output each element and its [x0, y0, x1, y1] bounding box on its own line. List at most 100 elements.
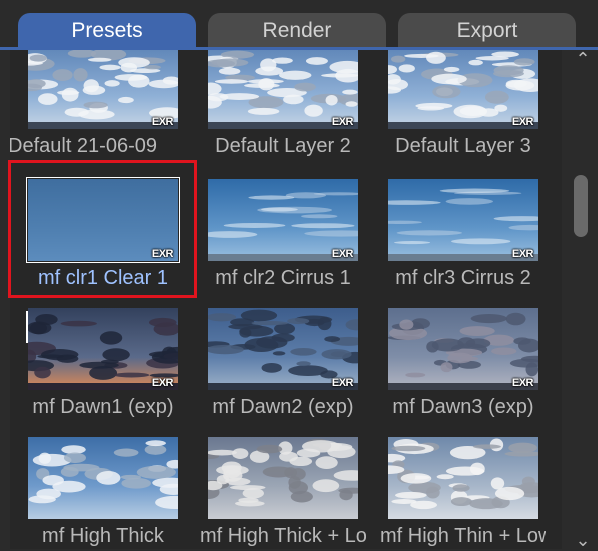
cloud-shape — [315, 456, 338, 470]
preset-label: mf clr3 Cirrus 2 — [395, 267, 531, 289]
cloud-shape — [145, 440, 166, 447]
cloud-shape — [255, 66, 284, 76]
cloud-shape — [399, 319, 414, 330]
cloud-shape — [208, 449, 237, 456]
cloud-shape — [99, 331, 123, 345]
cloud-shape — [78, 109, 115, 120]
cloud-shape — [290, 490, 313, 503]
cloud-shape — [312, 479, 340, 493]
cloud-shape — [229, 485, 266, 491]
cloud-shape — [248, 195, 295, 200]
cloud-shape — [398, 64, 415, 73]
cloud-shape — [450, 497, 472, 507]
cloud-shape — [223, 469, 243, 482]
cloud-shape — [289, 456, 313, 467]
cloud-shape — [393, 241, 431, 245]
cloud-shape — [473, 444, 501, 449]
cloud-shape — [451, 238, 511, 245]
cloud-shape — [60, 466, 79, 477]
cloud-shape — [445, 466, 485, 476]
exr-badge: EXR — [511, 377, 534, 389]
cloud-shape — [144, 65, 161, 70]
preset-thumbnail — [28, 437, 178, 519]
cloud-shape — [491, 51, 519, 58]
cloud-shape — [294, 82, 316, 92]
cloud-shape — [287, 318, 310, 325]
cloud-shape — [470, 314, 508, 324]
cloud-shape — [247, 79, 284, 84]
cloud-shape — [42, 475, 64, 486]
cloud-shape — [60, 320, 97, 327]
cloud-shape — [136, 465, 176, 479]
cloud-shape — [218, 67, 241, 75]
sky-image — [388, 437, 538, 519]
cloud-shape — [144, 444, 167, 455]
cloud-shape — [391, 445, 426, 452]
sky-image — [28, 437, 178, 519]
cloud-shape — [283, 94, 304, 105]
cloud-shape — [453, 104, 488, 119]
sky-image — [208, 437, 358, 519]
exr-badge: EXR — [511, 248, 534, 260]
tab-export[interactable]: Export — [398, 13, 576, 48]
cloud-shape — [432, 85, 461, 99]
preset-label: mf High Thin + Low — [380, 525, 546, 547]
scrollbar-thumb[interactable] — [574, 175, 588, 237]
cloud-shape — [208, 313, 237, 322]
exr-badge: EXR — [331, 377, 354, 389]
cloud-shape — [228, 323, 263, 330]
cloud-shape — [491, 347, 517, 355]
tab-render[interactable]: Render — [208, 13, 386, 48]
cloud-shape — [34, 366, 51, 379]
cloud-shape — [290, 347, 317, 356]
cloud-shape — [214, 79, 249, 84]
cloud-shape — [468, 59, 483, 66]
exr-badge: EXR — [511, 116, 534, 128]
cloud-shape — [251, 320, 289, 326]
cloud-shape — [459, 326, 495, 336]
cloud-shape — [113, 372, 150, 378]
cloud-shape — [325, 94, 338, 106]
cloud-shape — [271, 333, 295, 342]
scroll-up-icon[interactable]: ⌃ — [574, 49, 592, 69]
cloud-shape — [324, 336, 341, 343]
cloud-shape — [83, 79, 99, 93]
vertical-scrollbar[interactable]: ⌃ ⌄ — [566, 49, 598, 550]
preset-thumbnail — [208, 437, 358, 519]
cloud-shape — [262, 466, 294, 478]
cloud-shape — [121, 477, 151, 489]
text-caret — [26, 311, 28, 343]
cloud-shape — [439, 188, 510, 194]
cloud-shape — [223, 222, 286, 228]
cloud-shape — [128, 74, 150, 88]
preset-label: mf Dawn2 (exp) — [212, 396, 354, 418]
preset-label: Default 21-06-09 — [10, 135, 157, 157]
tab-presets[interactable]: Presets — [18, 13, 196, 48]
cloud-shape — [345, 101, 358, 107]
cloud-shape — [505, 79, 527, 88]
cloud-shape — [73, 68, 88, 82]
cloud-shape — [52, 69, 73, 82]
cloud-shape — [256, 444, 283, 454]
preset-thumbnail: EXR — [208, 179, 358, 261]
scroll-down-icon[interactable]: ⌄ — [574, 530, 592, 550]
cloud-shape — [63, 452, 86, 464]
cloud-shape — [417, 106, 445, 111]
preset-label: mf High Thick + Low — [200, 525, 366, 547]
selection-highlight-box — [8, 160, 197, 298]
cloud-shape — [279, 70, 312, 80]
cloud-shape — [445, 198, 494, 205]
preset-thumbnail: EXR — [388, 308, 538, 390]
preset-label: mf Dawn3 (exp) — [392, 396, 534, 418]
preset-label: mf Dawn1 (exp) — [32, 396, 174, 418]
cloud-shape — [247, 107, 280, 115]
preset-thumbnail: EXR — [28, 308, 178, 390]
preset-label: Default Layer 2 — [215, 135, 351, 157]
cloud-shape — [404, 53, 439, 58]
cloud-shape — [261, 362, 282, 373]
cloud-shape — [396, 230, 462, 236]
cloud-shape — [426, 51, 446, 64]
cloud-shape — [57, 90, 80, 96]
cloud-shape — [239, 328, 252, 338]
cloud-shape — [148, 79, 178, 89]
